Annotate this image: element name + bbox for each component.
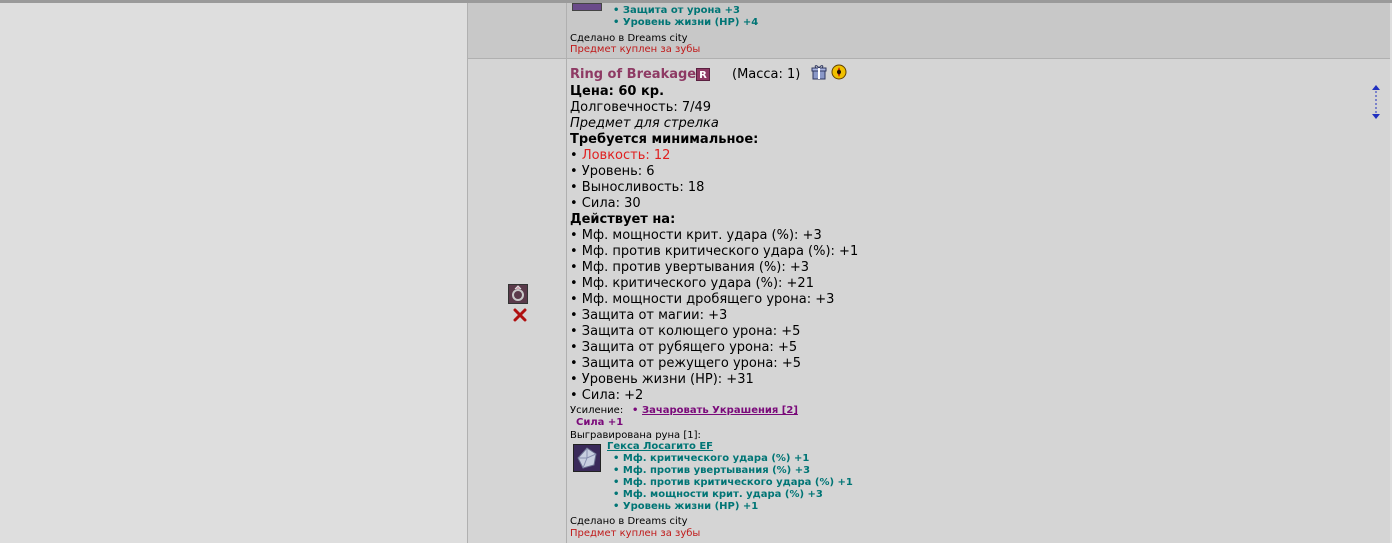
scroll-arrows-icon[interactable]: [1370, 84, 1382, 120]
requirement-item: • Ловкость: 12: [570, 148, 671, 163]
prev-item-thumbnail[interactable]: [572, 3, 602, 11]
rarity-badge: R: [696, 68, 710, 81]
requirement-unmet-text: Ловкость: 12: [581, 148, 671, 163]
effect-item: • Мф. мощности крит. удара (%): +3: [570, 228, 822, 243]
item-title: Ring of Breakage: [570, 67, 697, 82]
requirement-item: • Выносливость: 18: [570, 180, 705, 195]
enhance-bonus: Сила +1: [576, 417, 624, 428]
item-price: Цена: 60 кр.: [570, 84, 665, 99]
requirements-title: Требуется минимальное:: [570, 132, 759, 147]
item-durability: Долговечность: 7/49: [570, 100, 712, 115]
requirement-item: • Уровень: 6: [570, 164, 655, 179]
prev-item-stat: • Уровень жизни (HP) +4: [613, 17, 759, 28]
enhance-label: Усиление:: [570, 405, 624, 416]
delete-icon[interactable]: [513, 307, 527, 322]
column-divider: [566, 59, 567, 543]
column-divider: [566, 3, 567, 59]
enhance-bullet: •: [632, 405, 639, 416]
rune-stat: • Мф. мощности крит. удара (%) +3: [613, 489, 823, 500]
ring-icon[interactable]: [508, 284, 528, 304]
effect-item: • Мф. критического удара (%): +21: [570, 276, 814, 291]
effect-item: • Защита от колющего урона: +5: [570, 324, 801, 339]
item-mass: (Масса: 1): [732, 67, 801, 82]
rune-stat: • Мф. против критического удара (%) +1: [613, 477, 853, 488]
prev-made-in: Сделано в Dreams city: [570, 33, 688, 44]
effect-item: • Уровень жизни (HP): +31: [570, 372, 754, 387]
rune-icon[interactable]: [573, 444, 601, 472]
made-in: Сделано в Dreams city: [570, 516, 688, 527]
inventory-table: • Защита от урона +3 • Уровень жизни (HP…: [467, 3, 1390, 543]
effect-item: • Защита от магии: +3: [570, 308, 728, 323]
prev-item-stat: • Защита от урона +3: [613, 5, 740, 16]
effect-item: • Мф. против увертывания (%): +3: [570, 260, 810, 275]
effect-item: • Сила: +2: [570, 388, 644, 403]
rune-stat: • Уровень жизни (HP) +1: [613, 501, 759, 512]
gift-icon[interactable]: [811, 64, 827, 80]
repair-icon[interactable]: [831, 64, 847, 80]
item-purpose: Предмет для стрелка: [570, 116, 719, 131]
rune-stat: • Мф. критического удара (%) +1: [613, 453, 810, 464]
effects-title: Действует на:: [570, 212, 676, 227]
bought-note: Предмет куплен за зубы: [570, 528, 701, 539]
prev-bought-note: Предмет куплен за зубы: [570, 44, 701, 55]
requirement-item: • Сила: 30: [570, 196, 641, 211]
rune-stat: • Мф. против увертывания (%) +3: [613, 465, 811, 476]
prev-item-row: • Защита от урона +3 • Уровень жизни (HP…: [467, 3, 1390, 59]
item-row: Ring of Breakage R (Масса: 1) Цена: 60 к…: [467, 59, 1390, 543]
effect-item: • Мф. против критического удара (%): +1: [570, 244, 859, 259]
effect-item: • Защита от режущего урона: +5: [570, 356, 801, 371]
rune-link[interactable]: Гекса Лосагито EF: [607, 441, 713, 452]
effect-item: • Мф. мощности дробящего урона: +3: [570, 292, 835, 307]
enhance-link[interactable]: Зачаровать Украшения [2]: [642, 405, 798, 416]
rune-label: Выгравирована руна [1]:: [570, 430, 701, 441]
effect-item: • Защита от рубящего урона: +5: [570, 340, 798, 355]
